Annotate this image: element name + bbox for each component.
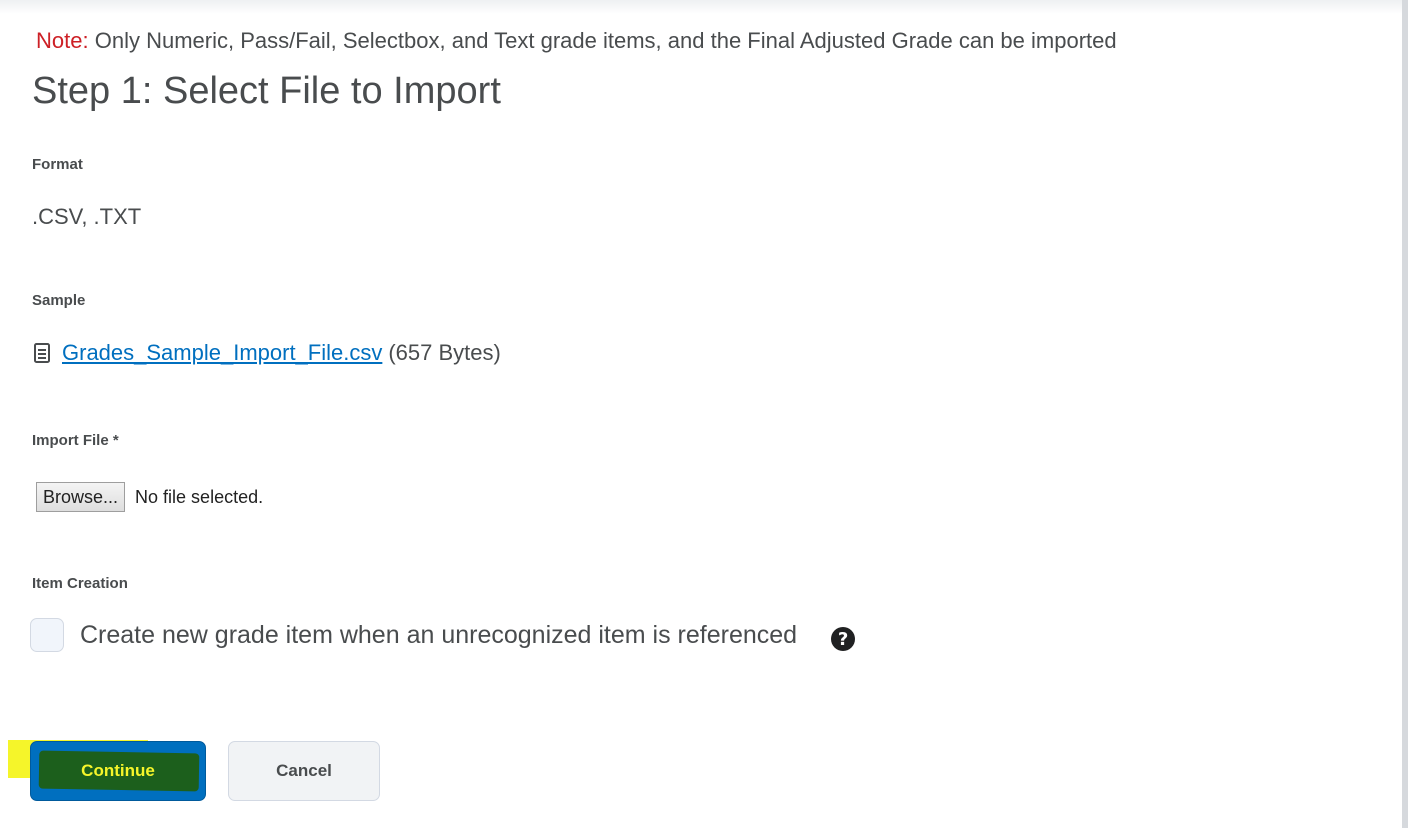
sample-file-size: (657 Bytes): [388, 340, 501, 365]
document-icon: [32, 341, 54, 365]
format-label: Format: [32, 156, 83, 173]
help-icon[interactable]: ?: [831, 627, 856, 651]
sample-label: Sample: [32, 292, 86, 309]
import-file-label: Import File *: [32, 432, 119, 449]
item-creation-label: Item Creation: [32, 575, 128, 592]
sample-file-link[interactable]: Grades_Sample_Import_File.csv: [62, 340, 382, 366]
item-creation-row: Create new grade item when an unrecogniz…: [30, 618, 856, 652]
cancel-button[interactable]: Cancel: [228, 741, 380, 801]
note-prefix: Note:: [36, 28, 89, 53]
import-note: Note: Only Numeric, Pass/Fail, Selectbox…: [36, 28, 1117, 54]
sample-file-line: Grades_Sample_Import_File.csv (657 Bytes…: [32, 340, 501, 366]
browse-button[interactable]: Browse...: [36, 482, 126, 512]
page-title: Step 1: Select File to Import: [32, 70, 501, 112]
file-status: No file selected.: [135, 486, 264, 507]
create-item-checkbox[interactable]: [30, 618, 64, 652]
create-item-checkbox-label[interactable]: Create new grade item when an unrecogniz…: [80, 621, 797, 650]
note-text: Only Numeric, Pass/Fail, Selectbox, and …: [94, 28, 1117, 53]
continue-button[interactable]: Continue: [30, 741, 206, 801]
import-grades-page: Note: Only Numeric, Pass/Fail, Selectbox…: [0, 0, 1408, 828]
file-input: Browse... No file selected.: [36, 482, 263, 512]
format-value: .CSV, .TXT: [32, 204, 142, 229]
continue-button-label: Continue: [81, 761, 155, 780]
